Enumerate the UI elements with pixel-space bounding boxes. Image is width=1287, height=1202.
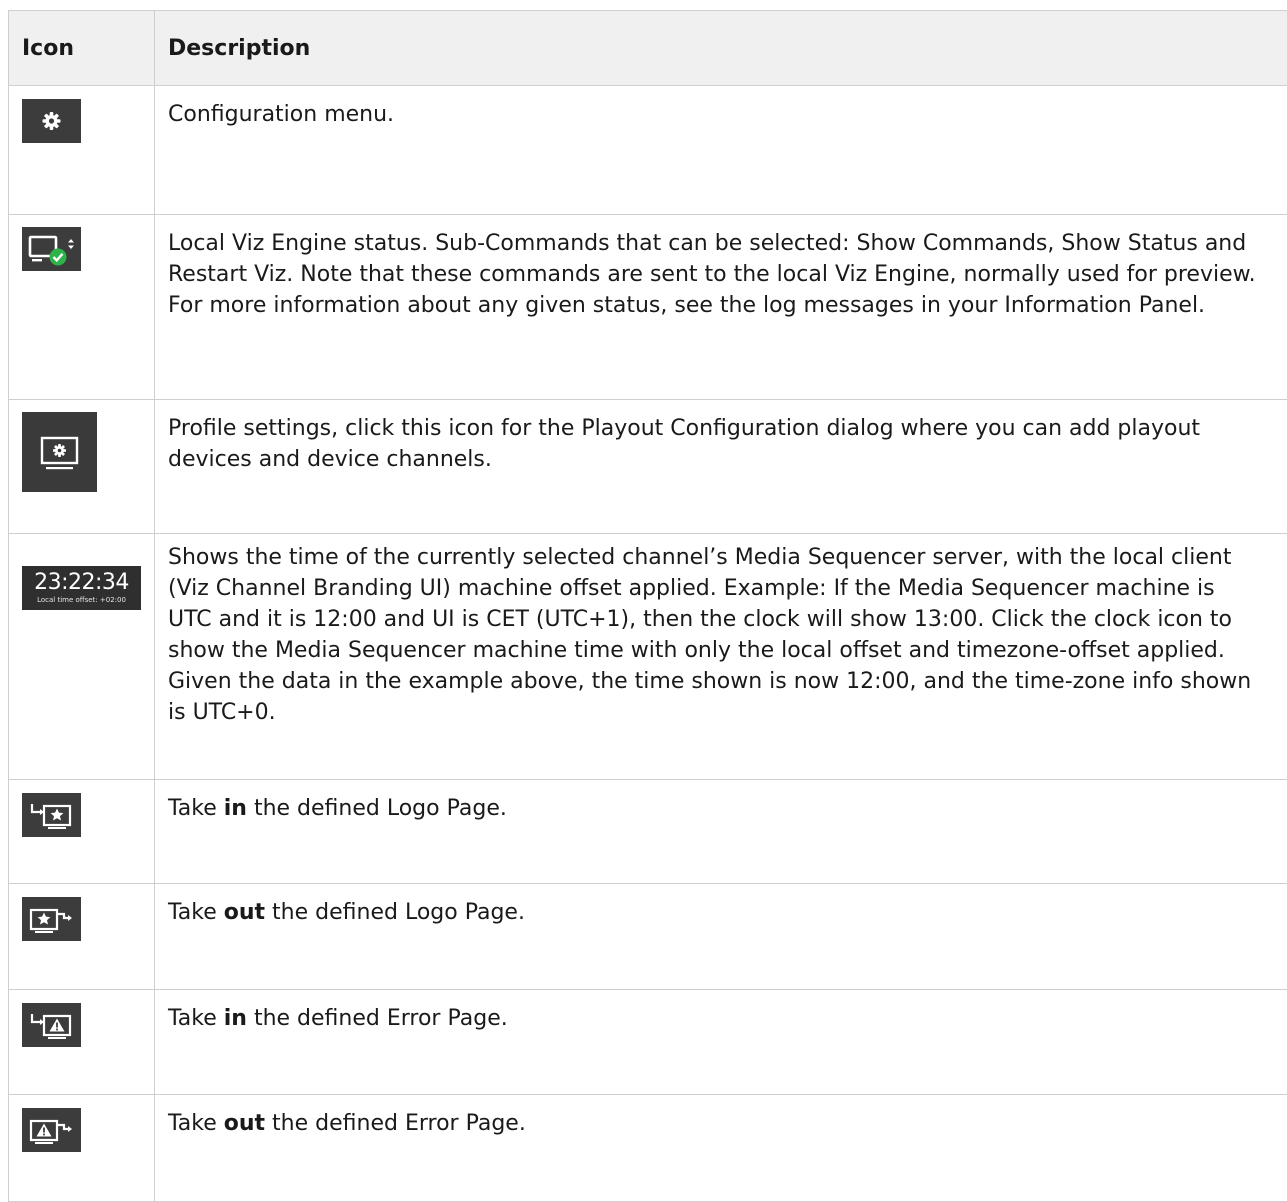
row-description: Take out the defined Logo Page. bbox=[155, 884, 1287, 990]
monitor-status-check-icon bbox=[22, 227, 81, 271]
table-row: Take out the defined Logo Page. bbox=[9, 884, 1287, 990]
header-description: Description bbox=[155, 11, 1287, 86]
table-row: Configuration menu. bbox=[9, 86, 1287, 215]
take-in-error-icon[interactable] bbox=[22, 1003, 81, 1047]
row-description: Take out the defined Error Page. bbox=[155, 1095, 1287, 1202]
row-description: Configuration menu. bbox=[155, 86, 1287, 215]
clock-icon[interactable]: 23:22:34 Local time offset: +02:00 bbox=[22, 566, 141, 610]
row-description: Local Viz Engine status. Sub-Commands th… bbox=[155, 215, 1287, 400]
clock-offset: Local time offset: +02:00 bbox=[22, 596, 141, 605]
take-out-error-icon[interactable] bbox=[22, 1108, 81, 1152]
table-row: Take in the defined Logo Page. bbox=[9, 780, 1287, 884]
table-row: Local Viz Engine status. Sub-Commands th… bbox=[9, 215, 1287, 400]
gear-icon bbox=[22, 99, 81, 143]
header-icon: Icon bbox=[9, 11, 155, 86]
table-row: Profile settings, click this icon for th… bbox=[9, 400, 1287, 534]
table-row: Take out the defined Error Page. bbox=[9, 1095, 1287, 1202]
row-description: Take in the defined Error Page. bbox=[155, 990, 1287, 1095]
icon-description-table: Icon Description bbox=[8, 10, 1287, 1202]
monitor-gear-icon[interactable] bbox=[22, 412, 97, 492]
row-description: Profile settings, click this icon for th… bbox=[155, 400, 1287, 534]
table-row: 23:22:34 Local time offset: +02:00 Shows… bbox=[9, 534, 1287, 780]
take-out-logo-icon[interactable] bbox=[22, 897, 81, 941]
table-header-row: Icon Description bbox=[9, 11, 1287, 86]
row-description: Shows the time of the currently selected… bbox=[155, 534, 1287, 780]
row-description: Take in the defined Logo Page. bbox=[155, 780, 1287, 884]
table-row: Take in the defined Error Page. bbox=[9, 990, 1287, 1095]
clock-time: 23:22:34 bbox=[22, 566, 141, 596]
take-in-logo-icon[interactable] bbox=[22, 793, 81, 837]
